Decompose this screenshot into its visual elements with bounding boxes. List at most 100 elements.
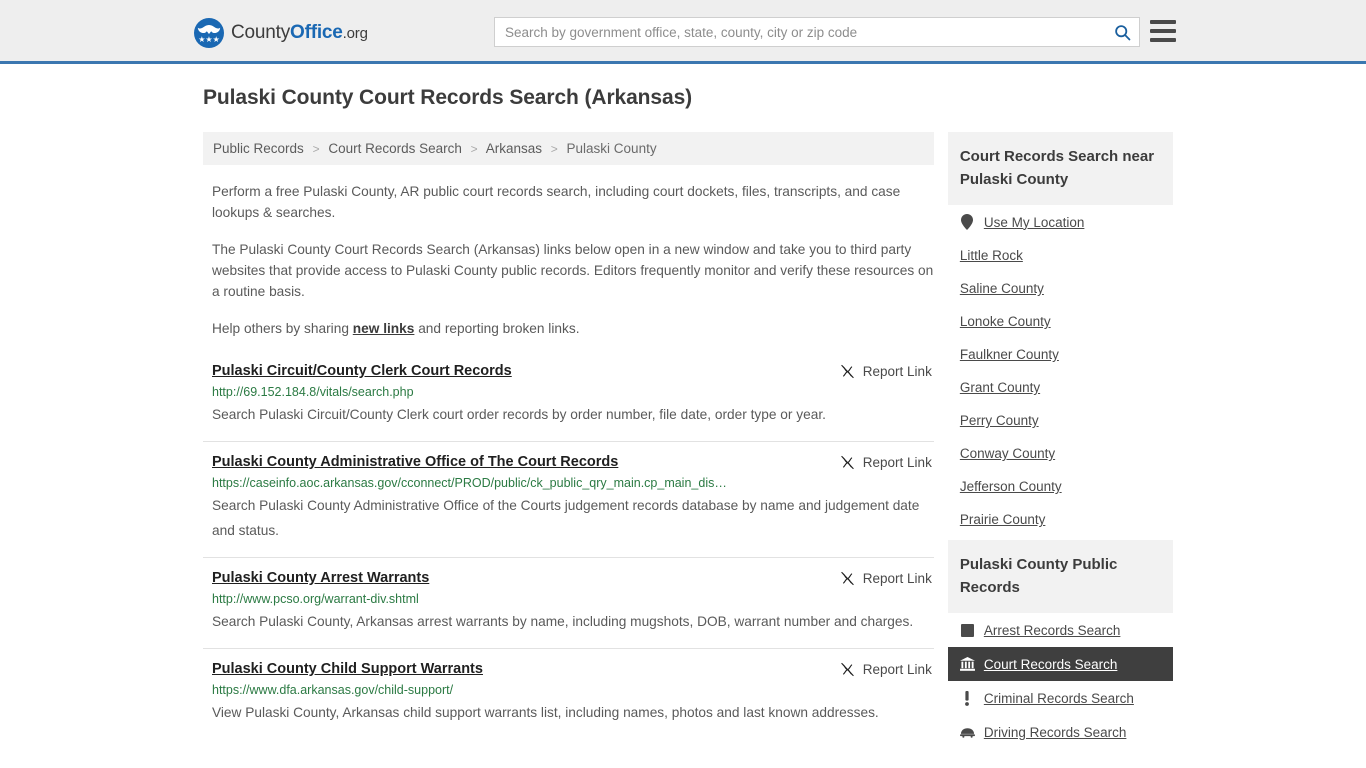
result-url: http://69.152.184.8/vitals/search.php (212, 385, 414, 399)
search-bar[interactable] (494, 17, 1140, 47)
result-description: Search Pulaski County, Arkansas arrest w… (212, 614, 914, 629)
hamburger-menu-icon[interactable] (1150, 20, 1176, 42)
map-pin-icon (961, 214, 974, 230)
report-link-button[interactable]: Report Link (840, 571, 932, 586)
sidebar-nearby-item-grant-county[interactable]: Grant County (948, 371, 1173, 404)
sidebar-nearby-item-label: Conway County (959, 446, 1056, 461)
breadcrumb-item-court-records-search[interactable]: Court Records Search (328, 141, 462, 156)
broken-link-icon (841, 662, 854, 677)
report-link-button[interactable]: Report Link (840, 364, 932, 379)
sidebar-public-records-box: Pulaski County Public Records Arrest Rec… (947, 540, 1173, 749)
sidebar-nearby-item-little-rock[interactable]: Little Rock (948, 239, 1173, 272)
map-pin-icon-wrap (960, 214, 975, 230)
intro-p3-before: Help others by sharing (212, 321, 353, 336)
site-header: ★★★ CountyOffice.org (0, 0, 1366, 64)
sidebar-nearby-title: Court Records Search near Pulaski County (947, 132, 1173, 205)
breadcrumb-separator: > (550, 142, 558, 156)
list-item: Perry County (948, 404, 1173, 437)
sidebar-nearby-item-faulkner-county[interactable]: Faulkner County (948, 338, 1173, 371)
breadcrumb-separator: > (470, 142, 478, 156)
new-links-link[interactable]: new links (353, 321, 415, 336)
list-item: Use My Location (948, 205, 1173, 239)
result-description: View Pulaski County, Arkansas child supp… (212, 705, 879, 720)
courthouse-icon (959, 657, 975, 671)
square-icon (960, 623, 974, 637)
result-title-link[interactable]: Pulaski County Administrative Office of … (212, 454, 618, 470)
sidebar-record-item-arrest-records-search[interactable]: Arrest Records Search (948, 613, 1173, 647)
intro-paragraph-3: Help others by sharing new links and rep… (212, 318, 934, 339)
breadcrumb-separator: > (312, 142, 320, 156)
content-container: Pulaski County Court Records Search (Ark… (193, 64, 1173, 753)
sidebar-nearby-item-use-my-location[interactable]: Use My Location (948, 205, 1173, 239)
sidebar-nearby-item-prairie-county[interactable]: Prairie County (948, 503, 1173, 536)
sidebar-nearby-item-saline-county[interactable]: Saline County (948, 272, 1173, 305)
result-title-link[interactable]: Pulaski Circuit/County Clerk Court Recor… (212, 363, 512, 379)
courthouse-icon-wrap (959, 656, 975, 672)
sidebar-public-records-list: Arrest Records Search Court Records Searc… (947, 613, 1173, 749)
sidebar-nearby-list: Use My Location Little Rock Saline County L… (948, 205, 1173, 536)
sidebar-nearby-item-conway-county[interactable]: Conway County (948, 437, 1173, 470)
list-item: Grant County (948, 371, 1173, 404)
menu-bar-2 (1150, 29, 1176, 33)
result-title-link[interactable]: Pulaski County Arrest Warrants (212, 570, 429, 586)
breadcrumb-item-arkansas[interactable]: Arkansas (486, 141, 542, 156)
sidebar-record-item-driving-records-search[interactable]: Driving Records Search (948, 715, 1173, 749)
result-header: Pulaski County Child Support Warrants Rep… (212, 661, 934, 677)
sidebar: Court Records Search near Pulaski County… (947, 132, 1173, 753)
logo-text-office: Office (290, 22, 343, 43)
result-title-link[interactable]: Pulaski County Child Support Warrants (212, 661, 483, 677)
main-column: Public Records > Court Records Search > … (203, 132, 934, 739)
sidebar-nearby-item-label: Use My Location (983, 214, 1085, 230)
site-logo[interactable]: ★★★ CountyOffice.org (194, 18, 368, 48)
report-link-button[interactable]: Report Link (840, 455, 932, 470)
sidebar-nearby-item-perry-county[interactable]: Perry County (948, 404, 1173, 437)
list-item: Lonoke County (948, 305, 1173, 338)
list-item: Court Records Search (947, 647, 1173, 681)
intro-paragraph-2: The Pulaski County Court Records Search … (212, 242, 934, 299)
sidebar-record-item-label: Criminal Records Search (983, 690, 1134, 706)
list-item: Driving Records Search (948, 715, 1173, 749)
breadcrumb: Public Records > Court Records Search > … (203, 132, 934, 165)
sidebar-record-item-criminal-records-search[interactable]: Criminal Records Search (948, 681, 1173, 715)
sidebar-record-item-label: Arrest Records Search (983, 622, 1121, 638)
result-description: Search Pulaski Circuit/County Clerk cour… (212, 407, 826, 422)
breadcrumb-item-pulaski-county: Pulaski County (566, 141, 657, 156)
result-header: Pulaski County Arrest Warrants Report Lin… (212, 570, 934, 586)
car-icon-wrap (959, 724, 975, 740)
list-item: Prairie County (948, 503, 1173, 536)
breadcrumb-item-public-records[interactable]: Public Records (213, 141, 304, 156)
sidebar-nearby-item-jefferson-county[interactable]: Jefferson County (948, 470, 1173, 503)
sidebar-nearby-item-label: Grant County (959, 380, 1041, 395)
result-item: Pulaski County Child Support Warrants Rep… (203, 648, 934, 739)
search-icon (1114, 24, 1130, 40)
list-item: Faulkner County (948, 338, 1173, 371)
search-button[interactable] (1105, 18, 1139, 46)
search-input[interactable] (495, 18, 1105, 46)
result-url: https://caseinfo.aoc.arkansas.gov/cconne… (212, 476, 727, 490)
report-link-label: Report Link (862, 571, 932, 586)
result-item: Pulaski Circuit/County Clerk Court Recor… (203, 359, 934, 441)
sidebar-nearby-item-label: Saline County (959, 281, 1044, 296)
menu-bar-3 (1150, 38, 1176, 42)
sidebar-record-item-label: Court Records Search (983, 656, 1118, 672)
report-link-button[interactable]: Report Link (840, 662, 932, 677)
list-item: Jefferson County (948, 470, 1173, 503)
report-link-label: Report Link (862, 662, 932, 677)
sidebar-record-item-court-records-search[interactable]: Court Records Search (947, 647, 1173, 681)
result-header: Pulaski County Administrative Office of … (212, 454, 934, 470)
sidebar-nearby-item-label: Lonoke County (959, 314, 1051, 329)
sidebar-public-records-title: Pulaski County Public Records (947, 540, 1173, 613)
sidebar-nearby-item-label: Jefferson County (959, 479, 1062, 494)
logo-text-org: .org (342, 25, 368, 42)
page-body: Pulaski County Court Records Search (Ark… (0, 64, 1366, 753)
sidebar-nearby-item-lonoke-county[interactable]: Lonoke County (948, 305, 1173, 338)
exclamation-icon (965, 690, 970, 706)
list-item: Arrest Records Search (948, 613, 1173, 647)
result-item: Pulaski County Administrative Office of … (203, 441, 934, 557)
square-icon-wrap (960, 622, 975, 638)
site-logo-text: CountyOffice.org (231, 22, 368, 44)
result-item: Pulaski County Arrest Warrants Report Lin… (203, 557, 934, 648)
list-item: Criminal Records Search (948, 681, 1173, 715)
result-url: http://www.pcso.org/warrant-div.shtml (212, 592, 419, 606)
list-item: Conway County (948, 437, 1173, 470)
